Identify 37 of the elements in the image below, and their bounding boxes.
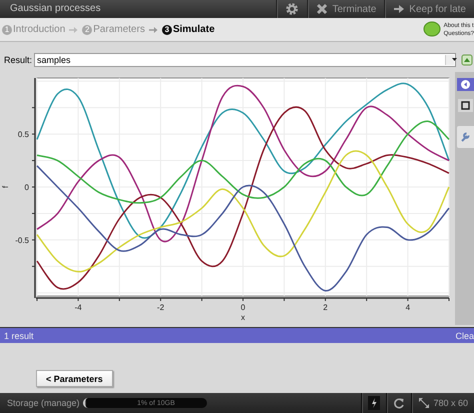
tick-label: 0.5 (18, 130, 29, 140)
lightning-icon (368, 396, 380, 410)
result-count: 1 result (4, 330, 34, 340)
storage-link[interactable]: Storage (manage) (0, 398, 83, 408)
resize-icon (418, 397, 430, 409)
settings-icon (285, 2, 300, 16)
window-title: Gaussian processes (9, 2, 102, 16)
tick-label: 0 (240, 303, 246, 312)
step-tab[interactable]: 2 Parameters (82, 24, 145, 35)
square-button[interactable] (458, 99, 473, 112)
back-icon (461, 80, 470, 89)
dropdown-icon (451, 55, 458, 63)
arrow-icon (148, 26, 158, 34)
result-label: Result: (4, 55, 34, 65)
back-button[interactable]: < Parameters (36, 370, 113, 387)
tick-label: -0.5 (15, 236, 29, 245)
tick-label: -4 (74, 303, 82, 312)
wrench-icon (460, 131, 471, 143)
axis-label: f (1, 186, 10, 188)
step-tab[interactable]: 3 Simulate (162, 24, 215, 35)
collapse-button[interactable] (457, 78, 474, 91)
tick-label: -2 (157, 303, 164, 312)
axis-label: x (241, 313, 245, 322)
refresh-icon (393, 397, 406, 409)
step-tab[interactable]: 1 Introduction (2, 24, 66, 35)
wrench-button[interactable] (457, 126, 474, 148)
arrow-icon (393, 4, 406, 14)
tick-label: 2 (323, 303, 328, 312)
square-icon (461, 101, 470, 110)
close-icon (316, 3, 328, 15)
resize-button[interactable]: 780 x 60 (411, 393, 474, 413)
arrow-icon (69, 26, 78, 34)
result-select[interactable]: samples (34, 53, 456, 67)
tick-label: 0 (24, 183, 29, 192)
export-icon[interactable] (461, 54, 473, 66)
clear-link[interactable]: Clea (455, 330, 474, 340)
tick-label: 4 (406, 303, 410, 312)
